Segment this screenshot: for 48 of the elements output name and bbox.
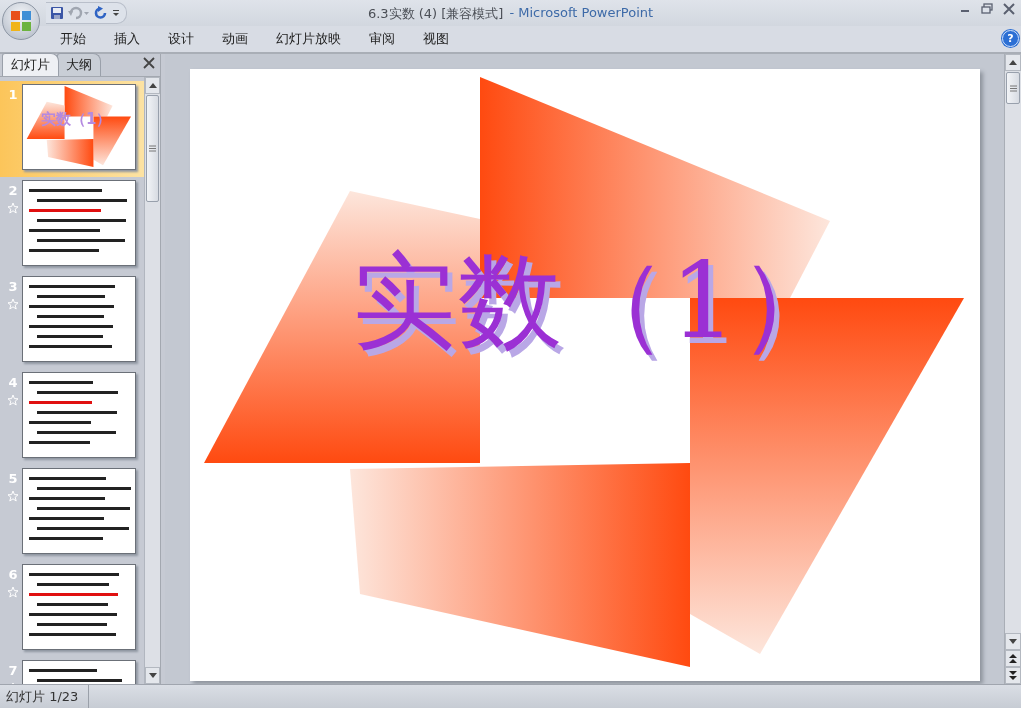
scrollbar-thumb[interactable] [146,95,159,202]
up-arrow-icon [1009,60,1017,65]
app-title: - Microsoft PowerPoint [509,5,654,22]
slide-number: 1 [8,87,18,102]
restore-icon[interactable] [981,3,993,15]
down-arrow-icon [148,673,157,678]
slide-number: 2 [8,183,18,198]
slide-number: 7 [8,663,18,678]
scroll-up-button[interactable] [145,77,160,94]
slide-thumbnail[interactable] [22,564,136,650]
slide-position: 幻灯片 1/23 [0,685,90,708]
office-logo-icon [10,10,32,32]
scroll-down-button[interactable] [1005,633,1021,650]
ribbon-tab[interactable]: 插入 [104,26,150,52]
close-icon[interactable] [143,57,155,69]
help-button[interactable]: ? [1002,30,1019,47]
slide-thumbnail[interactable] [22,180,136,266]
panel-tab[interactable]: 大纲 [57,53,101,76]
down-arrow-icon [1009,639,1017,644]
ribbon-tab[interactable]: 设计 [158,26,204,52]
slide-number: 5 [8,471,18,486]
ribbon-tab[interactable]: 幻灯片放映 [266,26,351,52]
next-slide-button[interactable] [1005,667,1021,684]
scroll-down-button[interactable] [145,667,160,684]
slide-thumbnail[interactable] [22,276,136,362]
close-icon[interactable] [1003,3,1015,15]
slide-number: 6 [8,567,18,582]
ribbon-tab[interactable]: 开始 [50,26,96,52]
document-title: 6.3实数 (4) [兼容模式] [367,5,504,23]
customize-arrow-icon[interactable] [112,9,120,17]
scroll-up-button[interactable] [1005,54,1021,71]
grip-icon [149,145,156,152]
slide-number: 4 [8,375,18,390]
double-down-arrow-icon [1009,671,1017,680]
previous-slide-button[interactable] [1005,650,1021,667]
up-arrow-icon [148,83,157,88]
ribbon-tab[interactable]: 动画 [212,26,258,52]
panel-tab[interactable]: 幻灯片 [2,53,59,76]
slide-number: 3 [8,279,18,294]
slide-thumbnail[interactable] [22,468,136,554]
grip-icon [1009,84,1017,92]
slide-thumbnail[interactable] [22,372,136,458]
scrollbar-thumb[interactable] [1006,72,1020,104]
repeat-icon[interactable] [94,6,108,20]
ribbon-tab[interactable]: 审阅 [359,26,405,52]
ribbon-tab[interactable]: 视图 [413,26,459,52]
save-icon[interactable] [50,6,64,20]
double-up-arrow-icon [1009,654,1017,663]
